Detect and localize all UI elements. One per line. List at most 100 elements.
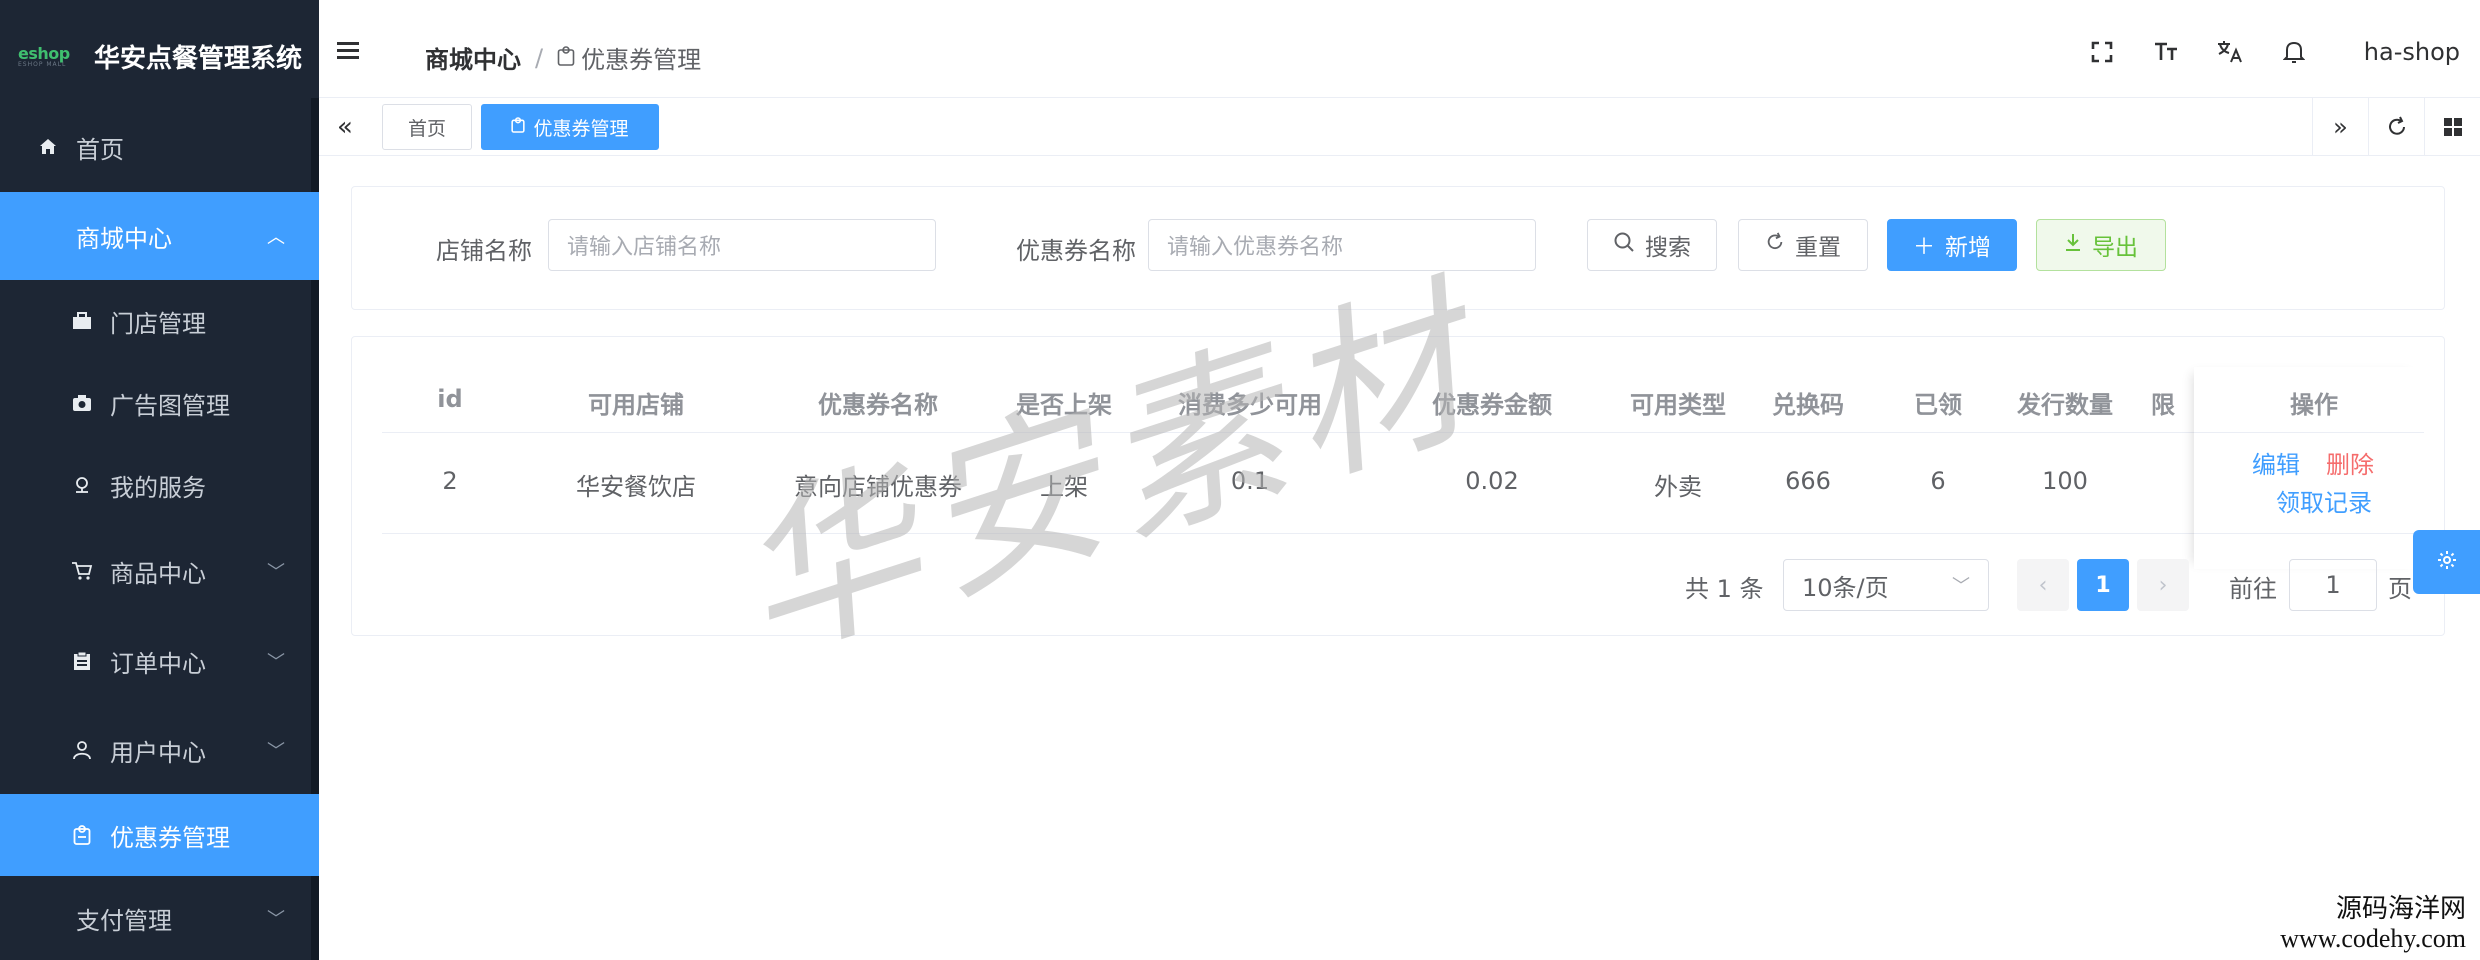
table-cell: 上架 (1040, 473, 1088, 501)
tab-tools: » (2312, 98, 2480, 156)
reset-button[interactable]: 重置 (1738, 219, 1868, 271)
refresh-icon[interactable] (2368, 98, 2424, 156)
sidebar-item-label: 商品中心 (110, 559, 206, 588)
sidebar-item-label: 订单中心 (110, 649, 206, 678)
breadcrumb-item-current: 优惠券管理 (557, 40, 701, 75)
column-header: 是否上架 (1016, 391, 1112, 419)
scroll-right-icon[interactable]: » (2312, 98, 2368, 156)
pagination-total: 共 1 条 (1685, 575, 1764, 603)
column-header: 优惠券金额 (1432, 391, 1552, 419)
collapse-menu-icon[interactable] (337, 42, 359, 60)
sidebar-item-user-center[interactable]: 用户中心 ﹀ (0, 706, 319, 794)
service-icon (70, 473, 94, 497)
tabs-bar: « 首页 优惠券管理 » (319, 98, 2480, 156)
scroll-left-icon[interactable]: « (337, 112, 353, 142)
font-size-icon[interactable] (2134, 41, 2198, 63)
column-header: 可用店铺 (588, 391, 684, 419)
sidebar-item-my-service[interactable]: 我的服务 (0, 444, 319, 526)
page-suffix: 页 (2388, 575, 2412, 603)
shop-name-input[interactable]: 请输入店铺名称 (548, 219, 936, 271)
sidebar-item-label: 优惠券管理 (110, 823, 230, 852)
next-page-button[interactable]: › (2137, 559, 2189, 611)
breadcrumb-separator: / (535, 43, 544, 72)
column-header: 限 (2151, 391, 2175, 419)
prev-page-button[interactable]: ‹ (2017, 559, 2069, 611)
sidebar-item-label: 门店管理 (110, 309, 206, 338)
goto-label: 前往 (2229, 575, 2277, 603)
sidebar-item-mall-center[interactable]: 商城中心 ︿ (0, 192, 319, 280)
search-form: 店铺名称 请输入店铺名称 优惠券名称 请输入优惠券名称 搜索 重置 ＋ 新增 导… (351, 186, 2445, 310)
chevron-down-icon: ﹀ (267, 909, 285, 930)
cart-icon (70, 559, 94, 583)
sidebar-item-ad-management[interactable]: 广告图管理 (0, 362, 319, 444)
briefcase-icon (70, 309, 94, 333)
top-header: 商城中心 / 优惠券管理 ha-shop (319, 0, 2480, 98)
search-button[interactable]: 搜索 (1587, 219, 1717, 271)
header-tools: ha-shop (2070, 38, 2460, 66)
shop-name-label: 店铺名称 (436, 237, 532, 265)
column-header: 消费多少可用 (1178, 391, 1322, 419)
column-header: 可用类型 (1630, 391, 1726, 419)
chevron-down-icon: ﹀ (1952, 576, 1970, 597)
goto-page-input[interactable]: 1 (2289, 559, 2377, 611)
sidebar-item-product-center[interactable]: 商品中心 ﹀ (0, 526, 319, 616)
table-cell: 意向店铺优惠券 (794, 473, 962, 501)
coupon-table: id 可用店铺 优惠券名称 是否上架 消费多少可用 优惠券金额 可用类型 兑换码… (351, 336, 2445, 636)
sidebar-item-label: 广告图管理 (110, 391, 230, 420)
edit-link[interactable]: 编辑 (2252, 445, 2300, 480)
chevron-down-icon: ﹀ (267, 741, 285, 762)
plus-icon: ＋ (1912, 235, 1935, 260)
coupon-icon (511, 117, 526, 137)
delete-link[interactable]: 删除 (2326, 445, 2374, 480)
table-cell: 666 (1785, 467, 1831, 495)
sidebar-item-label: 商城中心 (76, 224, 172, 253)
table-cell: 6 (1930, 467, 1946, 495)
sidebar-item-coupon-management[interactable]: 优惠券管理 (0, 794, 319, 876)
fullscreen-icon[interactable] (2070, 41, 2134, 63)
column-header: 操作 (2290, 391, 2338, 419)
user-icon (70, 738, 94, 762)
table-cell: 外卖 (1654, 473, 1702, 501)
column-header: 优惠券名称 (818, 391, 938, 419)
sidebar-item-order-center[interactable]: 订单中心 ﹀ (0, 616, 319, 706)
settings-gear-button[interactable] (2413, 530, 2480, 594)
sidebar-item-payment-management[interactable]: 支付管理 ﹀ (0, 876, 319, 960)
translate-icon[interactable] (2198, 40, 2262, 64)
table-cell: 2 (442, 467, 458, 495)
chevron-up-icon: ︿ (267, 227, 285, 248)
app-root: eshop ESHOP MALL 华安点餐管理系统 首页 商城中心 ︿ 门店管理 … (0, 0, 2480, 960)
site-watermark: 源码海洋网 www.codehy.com (2280, 894, 2466, 953)
claim-records-link[interactable]: 领取记录 (2276, 483, 2372, 518)
coupon-icon (70, 823, 94, 847)
tab-home[interactable]: 首页 (382, 104, 472, 150)
column-header: 已领 (1914, 391, 1962, 419)
sidebar-item-label: 我的服务 (110, 473, 206, 502)
column-header: id (437, 385, 463, 413)
sidebar-item-label: 首页 (76, 135, 124, 164)
page-size-select[interactable]: 10条/页 ﹀ (1783, 559, 1989, 611)
brand-logo: eshop ESHOP MALL (18, 44, 70, 68)
breadcrumb: 商城中心 / 优惠券管理 (425, 40, 701, 75)
coupon-name-label: 优惠券名称 (1016, 237, 1136, 265)
chevron-down-icon: ﹀ (267, 652, 285, 673)
refresh-icon (1765, 232, 1785, 258)
chevron-down-icon: ﹀ (267, 562, 285, 583)
clipboard-icon (70, 649, 94, 673)
breadcrumb-item[interactable]: 商城中心 (425, 40, 521, 75)
brand-title: 华安点餐管理系统 (94, 43, 303, 74)
page-number-button[interactable]: 1 (2077, 559, 2129, 611)
download-icon (2064, 232, 2082, 258)
add-button[interactable]: ＋ 新增 (1887, 219, 2017, 271)
sidebar-item-store-management[interactable]: 门店管理 (0, 280, 319, 362)
sidebar-item-home[interactable]: 首页 (0, 112, 319, 182)
table-cell: 0.02 (1465, 467, 1519, 495)
coupon-icon (557, 44, 575, 72)
export-button[interactable]: 导出 (2036, 219, 2166, 271)
gear-icon (2436, 549, 2458, 575)
coupon-name-input[interactable]: 请输入优惠券名称 (1148, 219, 1536, 271)
user-menu[interactable]: ha-shop (2364, 38, 2460, 66)
bell-icon[interactable] (2262, 40, 2326, 64)
column-header: 兑换码 (1772, 391, 1844, 419)
tab-coupon-management[interactable]: 优惠券管理 (481, 104, 659, 150)
grid-menu-icon[interactable] (2424, 98, 2480, 156)
